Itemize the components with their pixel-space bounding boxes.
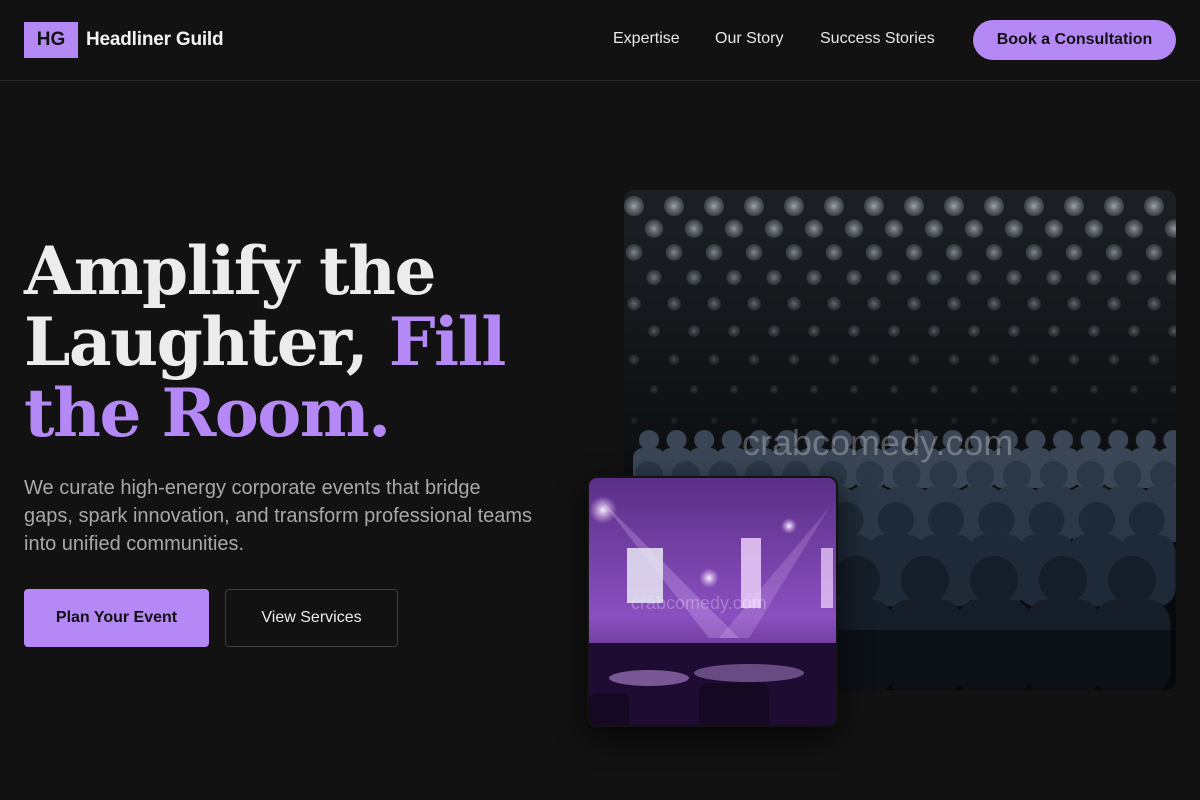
brand-name[interactable]: Headliner Guild [86,29,224,51]
hero-headline: Amplify the Laughter, Fill the Room. [24,236,544,449]
site-header: HG Headliner Guild Expertise Our Story S… [0,0,1200,81]
headline-part-1: Amplify the Laughter, [24,232,437,381]
view-services-button[interactable]: View Services [225,589,398,647]
logo-badge[interactable]: HG [24,22,78,58]
stage-photo-image [589,478,836,725]
nav-link-our-story[interactable]: Our Story [715,30,783,48]
hero-subtext: We curate high-energy corporate events t… [24,477,533,555]
stage-photo: crabcomedy.com [587,476,838,727]
book-consultation-button[interactable]: Book a Consultation [973,20,1176,60]
nav-link-expertise[interactable]: Expertise [613,30,680,48]
plan-event-button[interactable]: Plan Your Event [24,589,209,647]
nav-link-success-stories[interactable]: Success Stories [820,30,935,48]
